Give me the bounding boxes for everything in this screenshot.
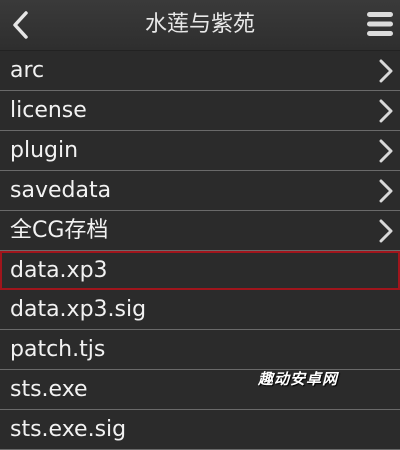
list-item-label: data.xp3 [10, 258, 108, 283]
list-item-folder[interactable]: 全CG存档 [0, 211, 400, 251]
list-item-label: data.xp3.sig [10, 297, 147, 322]
list-item-file[interactable]: sts.exe [0, 370, 400, 410]
page-title: 水莲与紫苑 [144, 12, 255, 37]
list-item-folder[interactable]: savedata [0, 171, 400, 211]
list-item-label: sts.exe.sig [10, 417, 127, 442]
list-item-folder[interactable]: plugin [0, 131, 400, 171]
chevron-right-icon [378, 178, 394, 204]
list-item-label: patch.tjs [10, 337, 106, 362]
file-list: arc license plugin savedata 全CG存档 data.x… [0, 51, 400, 450]
back-button[interactable] [6, 8, 36, 42]
watermark: 趣动安卓网 [258, 370, 339, 388]
list-item-label: license [10, 98, 87, 123]
list-item-folder[interactable]: arc [0, 51, 400, 91]
list-item-label: savedata [10, 178, 112, 203]
chevron-right-icon [378, 58, 394, 84]
hamburger-menu-icon [367, 12, 393, 36]
list-item-file[interactable]: data.xp3.sig [0, 290, 400, 330]
list-item-label: arc [10, 58, 45, 83]
title-bar: 水莲与紫苑 [0, 0, 400, 51]
list-item-folder[interactable]: license [0, 91, 400, 131]
list-item-label: plugin [10, 138, 79, 163]
chevron-right-icon [378, 138, 394, 164]
list-item-file[interactable]: patch.tjs [0, 330, 400, 370]
list-item-label: 全CG存档 [10, 218, 109, 243]
chevron-right-icon [378, 218, 394, 244]
chevron-right-icon [378, 98, 394, 124]
list-item-file-selected[interactable]: data.xp3 [0, 251, 400, 290]
file-browser-screen: 水莲与紫苑 arc license plugin savedata 全CG存档 … [0, 0, 400, 450]
list-item-label: sts.exe [10, 377, 88, 402]
menu-button[interactable] [366, 9, 394, 39]
chevron-left-icon [13, 11, 28, 39]
list-item-file[interactable]: sts.exe.sig [0, 410, 400, 450]
